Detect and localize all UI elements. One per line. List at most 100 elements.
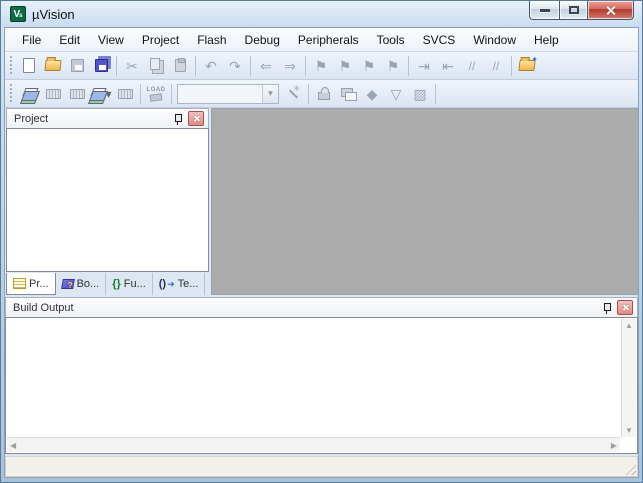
window-title: µVision [32,6,75,22]
clear-bookmarks-button[interactable]: ⚑ [381,54,405,78]
menu-debug[interactable]: Debug [236,30,289,50]
file-toolbar: ✂ ↶ ↷ ⇐ ⇒ ⚑ ⚑ ⚑ ⚑ ⇥ ⇤ // // ✦ [5,52,638,80]
toolbar-separator [250,55,251,76]
project-pin-button[interactable] [170,112,185,126]
close-button[interactable] [588,1,634,20]
scroll-up-icon[interactable]: ▲ [622,319,636,332]
target-options-icon [286,84,300,101]
main-area: Project Pr... Bo... {} [5,108,638,295]
scroll-right-icon[interactable]: ▶ [608,439,620,452]
toolbar-grip[interactable] [8,55,14,76]
navigate-back-button[interactable]: ⇐ [254,54,278,78]
save-button[interactable] [65,54,89,78]
pin-icon [602,302,611,314]
menu-project[interactable]: Project [133,30,188,50]
menu-flash[interactable]: Flash [188,30,235,50]
new-file-button[interactable] [17,54,41,78]
menu-edit[interactable]: Edit [50,30,89,50]
project-panel-header: Project [6,108,209,128]
manage-rte-button[interactable]: ◆ [360,82,384,106]
tab-books[interactable]: Bo... [56,273,107,295]
toolbar-grip[interactable] [8,83,14,104]
build-output-pin-button[interactable] [599,301,614,315]
unindent-button[interactable]: ⇤ [436,54,460,78]
stop-build-icon [117,88,133,99]
resize-grip[interactable] [623,462,636,475]
pack-installer-button[interactable]: ▨ [408,82,432,106]
tab-templates[interactable]: () ➜ Te... [153,273,206,295]
target-options-button[interactable] [281,82,305,106]
paste-icon [174,58,186,72]
target-select-dropdown-button[interactable]: ▾ [262,84,278,103]
paste-button[interactable] [168,54,192,78]
multi-project-button[interactable] [336,82,360,106]
scroll-down-icon[interactable]: ▼ [622,424,636,437]
translate-button[interactable] [17,82,41,106]
tab-label: Bo... [76,278,100,290]
close-icon [605,5,616,16]
toggle-bookmark-button[interactable]: ⚑ [309,54,333,78]
build-button[interactable] [41,82,65,106]
manage-project-items-button[interactable] [312,82,336,106]
cut-button[interactable]: ✂ [120,54,144,78]
scroll-left-icon[interactable]: ◀ [7,439,19,452]
project-panel-tabs: Pr... Bo... {} Fu... () ➜ Te... [6,272,209,295]
indent-icon: ⇥ [418,57,430,74]
save-all-button[interactable] [89,54,113,78]
vertical-scrollbar[interactable]: ▲ ▼ [621,319,636,437]
load-label: LOAD [146,86,166,93]
uncomment-icon: // [492,58,500,73]
books-tab-icon [60,279,75,289]
prev-bookmark-button[interactable]: ⚑ [333,54,357,78]
tab-label: Fu... [123,278,146,290]
menu-peripherals[interactable]: Peripherals [289,30,368,50]
download-button[interactable]: LOAD [144,82,168,106]
build-output-header: Build Output [5,297,638,317]
project-close-button[interactable] [188,111,204,126]
menu-help[interactable]: Help [525,30,568,50]
maximize-button[interactable] [559,1,588,20]
undo-button[interactable]: ↶ [199,54,223,78]
build-output-title: Build Output [13,301,74,314]
find-in-files-button[interactable]: ✦ [515,54,539,78]
menu-file[interactable]: File [13,30,50,50]
build-output-close-button[interactable] [617,300,633,315]
tab-functions[interactable]: {} Fu... [106,273,153,295]
tab-project[interactable]: Pr... [6,273,56,295]
select-packs-button[interactable]: ▽ [384,82,408,106]
target-select-value [178,85,262,103]
project-tree[interactable] [6,128,209,272]
indent-button[interactable]: ⇥ [412,54,436,78]
comment-button[interactable]: // [460,54,484,78]
title-bar[interactable]: Vs µVision [1,1,642,27]
menu-tools[interactable]: Tools [368,30,414,50]
stop-build-button[interactable] [113,82,137,106]
menu-svcs[interactable]: SVCS [414,30,465,50]
redo-button[interactable]: ↷ [223,54,247,78]
horizontal-scrollbar[interactable]: ◀ ▶ [7,437,620,452]
open-file-button[interactable] [41,54,65,78]
editor-workspace [211,108,638,295]
unindent-icon: ⇤ [442,57,454,74]
menu-view[interactable]: View [89,30,133,50]
batch-build-button[interactable]: ▾ [89,82,113,106]
undo-icon: ↶ [205,57,217,74]
minimize-icon [539,8,550,12]
copy-icon [149,58,160,70]
next-bookmark-button[interactable]: ⚑ [357,54,381,78]
toolbar-separator [308,83,309,104]
uncomment-button[interactable]: // [484,54,508,78]
chevron-down-icon: ▾ [268,88,273,98]
rebuild-button[interactable] [65,82,89,106]
build-output-body[interactable]: ▲ ▼ ◀ ▶ [5,317,638,454]
copy-button[interactable] [144,54,168,78]
target-select[interactable]: ▾ [177,83,279,104]
toolbar-separator [195,55,196,76]
toolbar-separator [435,83,436,104]
status-bar [5,456,638,477]
minimize-button[interactable] [529,1,559,20]
navigate-forward-button[interactable]: ⇒ [278,54,302,78]
menu-window[interactable]: Window [464,30,525,50]
close-icon [622,304,629,311]
build-output-text [10,320,617,433]
